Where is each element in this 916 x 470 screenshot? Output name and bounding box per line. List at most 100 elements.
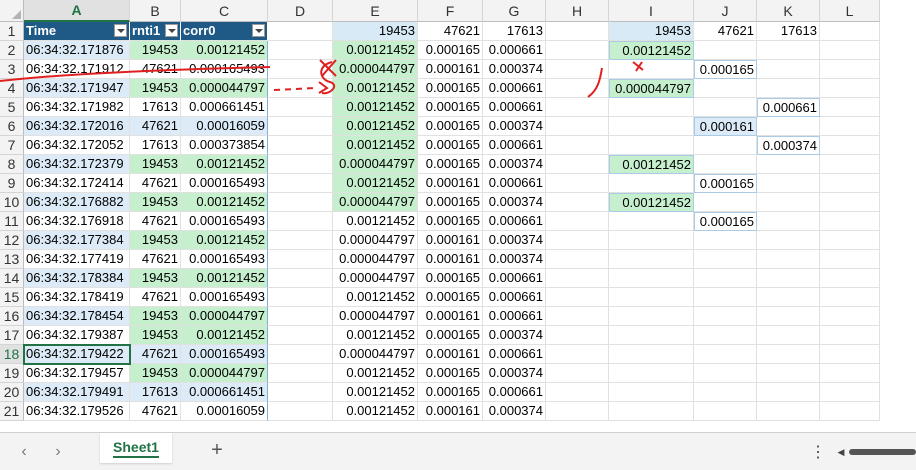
table-cell[interactable]: 0.00121452 xyxy=(181,155,268,174)
filter-dropdown-icon[interactable] xyxy=(165,24,178,37)
efg-cell[interactable]: 0.000165 xyxy=(418,117,483,136)
efg-cell[interactable]: 0.000161 xyxy=(418,345,483,364)
cell[interactable] xyxy=(820,41,880,60)
cell[interactable] xyxy=(757,288,820,307)
column-header-j[interactable]: J xyxy=(694,0,757,22)
efg-header[interactable]: 19453 xyxy=(333,22,418,41)
efg-cell[interactable]: 0.00121452 xyxy=(333,402,418,421)
efg-cell[interactable]: 0.000661 xyxy=(483,383,546,402)
efg-cell[interactable]: 0.000165 xyxy=(418,41,483,60)
efg-header[interactable]: 47621 xyxy=(418,22,483,41)
table-cell[interactable]: 0.000165493 xyxy=(181,212,268,231)
efg-cell[interactable]: 0.000165 xyxy=(418,136,483,155)
scrollbar-thumb[interactable] xyxy=(849,449,916,455)
table-cell[interactable]: 47621 xyxy=(130,117,181,136)
chevron-left-icon[interactable]: ‹ xyxy=(14,442,34,462)
cell[interactable] xyxy=(609,174,694,193)
efg-cell[interactable]: 0.00121452 xyxy=(333,364,418,383)
cell[interactable] xyxy=(609,307,694,326)
row-header-9[interactable]: 9 xyxy=(0,174,24,193)
efg-cell[interactable]: 0.000165 xyxy=(418,288,483,307)
cell[interactable] xyxy=(268,345,333,364)
row-header-13[interactable]: 13 xyxy=(0,250,24,269)
cell[interactable] xyxy=(546,79,609,98)
table-cell[interactable]: 06:34:32.179387 xyxy=(24,326,130,345)
cell[interactable] xyxy=(268,288,333,307)
cell[interactable] xyxy=(757,41,820,60)
table-cell[interactable]: 19453 xyxy=(130,269,181,288)
table-cell[interactable]: 0.000165493 xyxy=(181,60,268,79)
efg-cell[interactable]: 0.000661 xyxy=(483,98,546,117)
ijk-cell[interactable]: 0.000374 xyxy=(757,136,820,155)
sheet-tab[interactable]: Sheet1 xyxy=(100,433,172,463)
efg-cell[interactable]: 0.00121452 xyxy=(333,117,418,136)
cell[interactable] xyxy=(694,231,757,250)
table-cell[interactable]: 06:34:32.171876 xyxy=(24,41,130,60)
efg-cell[interactable]: 0.000165 xyxy=(418,98,483,117)
cell[interactable] xyxy=(820,79,880,98)
cell[interactable] xyxy=(757,269,820,288)
cell[interactable] xyxy=(694,41,757,60)
cell[interactable] xyxy=(268,364,333,383)
efg-cell[interactable]: 0.00121452 xyxy=(333,98,418,117)
efg-cell[interactable]: 0.000374 xyxy=(483,60,546,79)
cell[interactable] xyxy=(694,288,757,307)
cell[interactable] xyxy=(268,231,333,250)
efg-cell[interactable]: 0.000161 xyxy=(418,60,483,79)
cell[interactable] xyxy=(820,212,880,231)
efg-cell[interactable]: 0.000661 xyxy=(483,79,546,98)
table-cell[interactable]: 0.00121452 xyxy=(181,269,268,288)
cell[interactable] xyxy=(268,174,333,193)
table-cell[interactable]: 0.00121452 xyxy=(181,326,268,345)
cell[interactable] xyxy=(757,364,820,383)
table-header-time[interactable]: Time xyxy=(24,22,130,41)
column-header-a[interactable]: A xyxy=(24,0,130,22)
cell[interactable] xyxy=(546,117,609,136)
row-header-6[interactable]: 6 xyxy=(0,117,24,136)
cell[interactable] xyxy=(820,402,880,421)
cell[interactable] xyxy=(757,383,820,402)
row-header-1[interactable]: 1 xyxy=(0,22,24,41)
cell[interactable] xyxy=(694,193,757,212)
efg-cell[interactable]: 0.000374 xyxy=(483,250,546,269)
row-header-10[interactable]: 10 xyxy=(0,193,24,212)
table-cell[interactable]: 06:34:32.179526 xyxy=(24,402,130,421)
cell[interactable] xyxy=(268,98,333,117)
cell[interactable] xyxy=(546,307,609,326)
cell[interactable] xyxy=(546,231,609,250)
table-cell[interactable]: 0.000165493 xyxy=(181,250,268,269)
row-header-20[interactable]: 20 xyxy=(0,383,24,402)
cell[interactable] xyxy=(820,60,880,79)
cell[interactable] xyxy=(609,98,694,117)
cell[interactable] xyxy=(268,326,333,345)
efg-cell[interactable]: 0.000044797 xyxy=(333,250,418,269)
ijk-cell[interactable]: 0.000165 xyxy=(694,174,757,193)
efg-cell[interactable]: 0.00121452 xyxy=(333,383,418,402)
cell[interactable] xyxy=(820,193,880,212)
table-header-rnti1[interactable]: rnti1 xyxy=(130,22,181,41)
efg-cell[interactable]: 0.00121452 xyxy=(333,288,418,307)
efg-cell[interactable]: 0.000044797 xyxy=(333,307,418,326)
table-cell[interactable]: 47621 xyxy=(130,174,181,193)
cell[interactable] xyxy=(546,22,609,41)
row-header-18[interactable]: 18 xyxy=(0,345,24,364)
table-cell[interactable]: 06:34:32.171947 xyxy=(24,79,130,98)
cell[interactable] xyxy=(820,98,880,117)
ijk-cell[interactable]: 0.000165 xyxy=(694,60,757,79)
cell[interactable] xyxy=(609,231,694,250)
efg-cell[interactable]: 0.000661 xyxy=(483,307,546,326)
efg-cell[interactable]: 0.000165 xyxy=(418,364,483,383)
table-cell[interactable]: 0.00016059 xyxy=(181,402,268,421)
cell[interactable] xyxy=(268,250,333,269)
ijk-cell[interactable]: 0.000044797 xyxy=(609,79,694,98)
table-cell[interactable]: 06:34:32.172379 xyxy=(24,155,130,174)
cell[interactable] xyxy=(757,60,820,79)
cell[interactable] xyxy=(609,250,694,269)
ijk-header[interactable]: 47621 xyxy=(694,22,757,41)
table-cell[interactable]: 06:34:32.171912 xyxy=(24,60,130,79)
efg-cell[interactable]: 0.000044797 xyxy=(333,60,418,79)
table-cell[interactable]: 19453 xyxy=(130,364,181,383)
efg-cell[interactable]: 0.000165 xyxy=(418,193,483,212)
row-header-19[interactable]: 19 xyxy=(0,364,24,383)
cell[interactable] xyxy=(609,364,694,383)
